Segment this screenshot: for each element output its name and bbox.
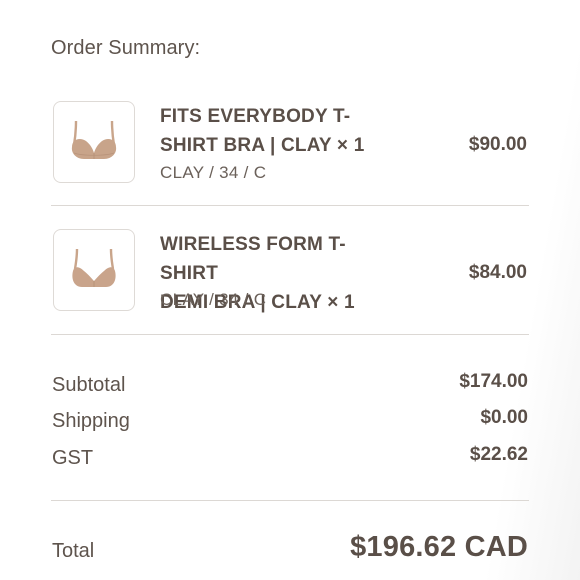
shipping-value: $0.00: [480, 407, 528, 428]
divider: [51, 334, 529, 335]
gst-label: GST: [52, 447, 94, 469]
shipping-label: Shipping: [52, 410, 130, 432]
product-name-line-1: WIRELESS FORM T-SHIRT: [160, 234, 346, 284]
divider: [51, 205, 529, 206]
line-item: FITS EVERYBODY T- SHIRT BRA | CLAY × 1 C…: [51, 99, 529, 187]
product-name: FITS EVERYBODY T- SHIRT BRA | CLAY × 1: [160, 102, 400, 160]
order-summary-heading: Order Summary:: [51, 37, 201, 59]
product-variant: CLAY / 34 / C: [160, 163, 267, 182]
divider: [51, 500, 529, 501]
total-label: Total: [52, 540, 95, 562]
line-item: WIRELESS FORM T-SHIRT DEMI BRA | CLAY × …: [51, 227, 529, 315]
gst-row: GST $22.62: [51, 444, 528, 472]
shipping-row: Shipping $0.00: [51, 407, 528, 435]
gst-value: $22.62: [469, 444, 528, 465]
product-price: $84.00: [468, 262, 527, 283]
subtotal-row: Subtotal $174.00: [51, 371, 528, 399]
product-name-line-1: FITS EVERYBODY T-: [160, 106, 351, 127]
subtotal-value: $174.00: [459, 371, 528, 392]
subtotal-label: Subtotal: [52, 374, 126, 396]
product-name-line-2: SHIRT BRA | CLAY × 1: [160, 135, 365, 156]
total-value: $196.62 CAD: [350, 531, 528, 563]
product-variant: CLAY / 34 / C: [160, 290, 267, 309]
bra-product-thumbnail-icon: [72, 248, 116, 287]
product-image: [53, 101, 135, 183]
order-summary-panel: Order Summary: FITS EVERYBODY T- SHIRT B…: [0, 0, 580, 580]
product-price: $90.00: [468, 134, 527, 155]
product-image: [53, 229, 135, 311]
bra-product-thumbnail-icon: [71, 120, 117, 159]
